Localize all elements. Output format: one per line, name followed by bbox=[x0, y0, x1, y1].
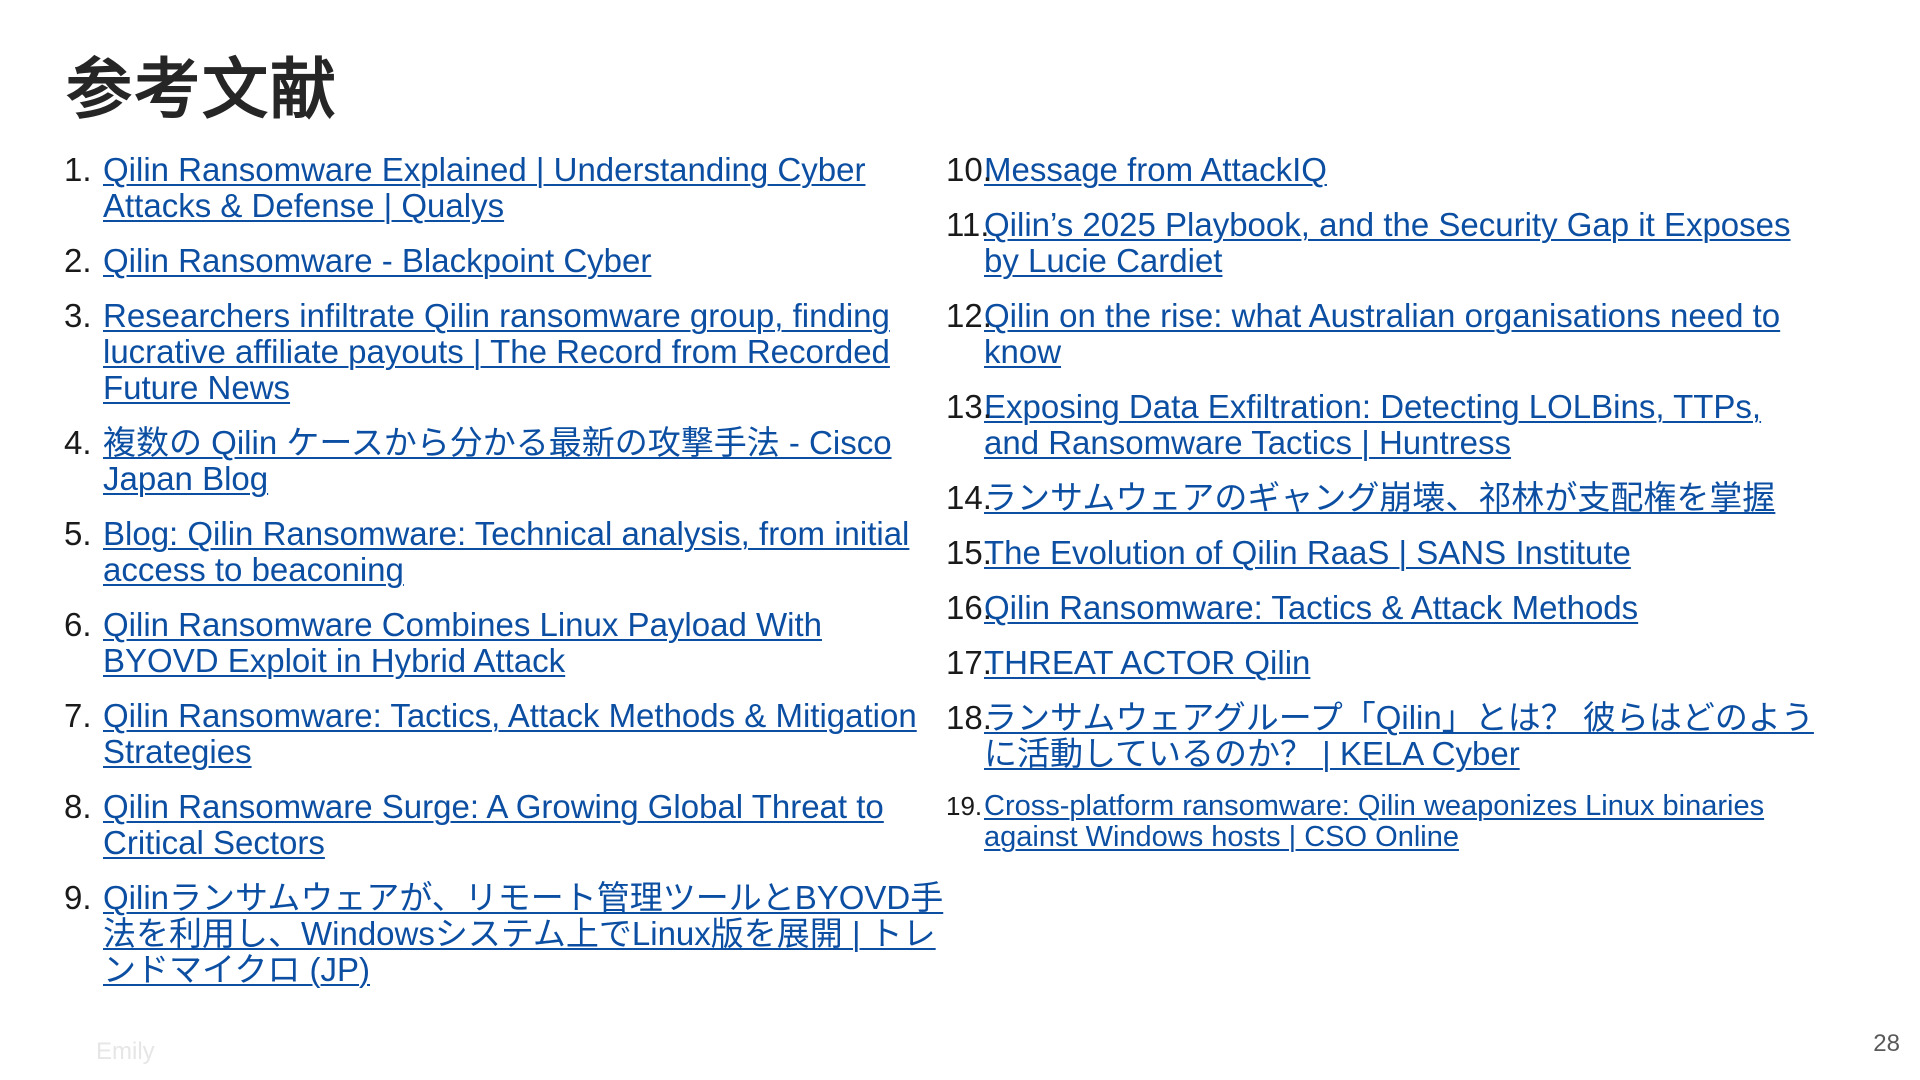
reference-number: 8. bbox=[64, 788, 92, 825]
reference-link-12[interactable]: Qilin on the rise: what Australian organ… bbox=[984, 297, 1780, 370]
reference-link-18[interactable]: ランサムウェアグループ「Qilin」とは？ 彼らはどのように活動しているのか？ … bbox=[984, 699, 1814, 772]
page-title: 参考文献 bbox=[66, 52, 338, 126]
reference-item-13: 13. Exposing Data Exfiltration: Detectin… bbox=[944, 389, 1824, 461]
reference-item-14: 14. ランサムウェアのギャング崩壊、祁林が支配権を掌握 bbox=[944, 480, 1824, 516]
reference-number: 14. bbox=[946, 479, 992, 516]
reference-link-5[interactable]: Blog: Qilin Ransomware: Technical analys… bbox=[103, 515, 909, 588]
reference-item-16: 16. Qilin Ransomware: Tactics & Attack M… bbox=[944, 590, 1824, 626]
footer-author: Emily bbox=[96, 1038, 155, 1065]
reference-link-6[interactable]: Qilin Ransomware Combines Linux Payload … bbox=[103, 606, 822, 679]
reference-item-10: 10. Message from AttackIQ bbox=[944, 152, 1824, 188]
reference-link-4[interactable]: 複数の Qilin ケースから分かる最新の攻撃手法 - Cisco Japan … bbox=[103, 424, 892, 497]
reference-item-3: 3. Researchers infiltrate Qilin ransomwa… bbox=[64, 298, 944, 406]
reference-number: 3. bbox=[64, 297, 92, 334]
reference-item-11: 11. Qilin’s 2025 Playbook, and the Secur… bbox=[944, 207, 1824, 279]
reference-link-3[interactable]: Researchers infiltrate Qilin ransomware … bbox=[103, 297, 890, 406]
reference-number: 6. bbox=[64, 606, 92, 643]
reference-item-4: 4. 複数の Qilin ケースから分かる最新の攻撃手法 - Cisco Jap… bbox=[64, 425, 944, 497]
reference-number: 18. bbox=[946, 699, 992, 736]
reference-number: 9. bbox=[64, 879, 92, 916]
reference-item-17: 17. THREAT ACTOR Qilin bbox=[944, 645, 1824, 681]
reference-number: 2. bbox=[64, 242, 92, 279]
reference-number: 12. bbox=[946, 297, 992, 334]
reference-number: 10. bbox=[946, 151, 992, 188]
reference-number: 7. bbox=[64, 697, 92, 734]
page-number: 28 bbox=[1873, 1030, 1900, 1057]
reference-number: 4. bbox=[64, 424, 92, 461]
reference-number: 11. bbox=[946, 206, 990, 243]
reference-item-12: 12. Qilin on the rise: what Australian o… bbox=[944, 298, 1824, 370]
reference-link-11[interactable]: Qilin’s 2025 Playbook, and the Security … bbox=[984, 206, 1791, 279]
reference-link-1[interactable]: Qilin Ransomware Explained | Understandi… bbox=[103, 151, 865, 224]
reference-item-5: 5. Blog: Qilin Ransomware: Technical ana… bbox=[64, 516, 944, 588]
reference-link-7[interactable]: Qilin Ransomware: Tactics, Attack Method… bbox=[103, 697, 917, 770]
reference-link-13[interactable]: Exposing Data Exfiltration: Detecting LO… bbox=[984, 388, 1761, 461]
reference-item-8: 8. Qilin Ransomware Surge: A Growing Glo… bbox=[64, 789, 944, 861]
reference-link-19[interactable]: Cross-platform ransomware: Qilin weaponi… bbox=[984, 790, 1764, 853]
reference-number: 17. bbox=[946, 644, 992, 681]
reference-link-17[interactable]: THREAT ACTOR Qilin bbox=[984, 644, 1310, 681]
reference-item-7: 7. Qilin Ransomware: Tactics, Attack Met… bbox=[64, 698, 944, 770]
reference-link-9[interactable]: Qilinランサムウェアが、リモート管理ツールとBYOVD手法を利用し、Wind… bbox=[103, 879, 943, 988]
reference-item-9: 9. Qilinランサムウェアが、リモート管理ツールとBYOVD手法を利用し、W… bbox=[64, 880, 944, 988]
reference-item-1: 1. Qilin Ransomware Explained | Understa… bbox=[64, 152, 944, 224]
reference-item-6: 6. Qilin Ransomware Combines Linux Paylo… bbox=[64, 607, 944, 679]
reference-number: 1. bbox=[64, 151, 92, 188]
reference-number: 13. bbox=[946, 388, 992, 425]
reference-number: 15. bbox=[946, 534, 992, 571]
reference-link-15[interactable]: The Evolution of Qilin RaaS | SANS Insti… bbox=[984, 534, 1631, 571]
reference-link-16[interactable]: Qilin Ransomware: Tactics & Attack Metho… bbox=[984, 589, 1638, 626]
reference-item-2: 2. Qilin Ransomware - Blackpoint Cyber bbox=[64, 243, 944, 279]
reference-link-8[interactable]: Qilin Ransomware Surge: A Growing Global… bbox=[103, 788, 884, 861]
reference-link-14[interactable]: ランサムウェアのギャング崩壊、祁林が支配権を掌握 bbox=[984, 479, 1775, 516]
reference-item-19: 19. Cross-platform ransomware: Qilin wea… bbox=[944, 791, 1824, 853]
references-list-right: 10. Message from AttackIQ 11. Qilin’s 20… bbox=[944, 152, 1824, 872]
references-list-left: 1. Qilin Ransomware Explained | Understa… bbox=[64, 152, 944, 1007]
reference-link-2[interactable]: Qilin Ransomware - Blackpoint Cyber bbox=[103, 242, 651, 279]
reference-item-18: 18. ランサムウェアグループ「Qilin」とは？ 彼らはどのように活動している… bbox=[944, 700, 1824, 772]
reference-number: 19. bbox=[946, 791, 983, 821]
reference-link-10[interactable]: Message from AttackIQ bbox=[984, 151, 1327, 188]
reference-number: 16. bbox=[946, 589, 992, 626]
reference-item-15: 15. The Evolution of Qilin RaaS | SANS I… bbox=[944, 535, 1824, 571]
reference-number: 5. bbox=[64, 515, 92, 552]
